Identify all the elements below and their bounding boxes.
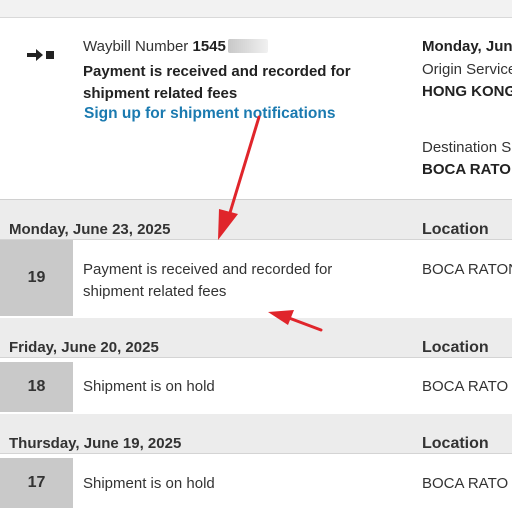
event-location: BOCA RATON — [422, 261, 515, 278]
waybill-label: Waybill Number — [83, 38, 189, 55]
day-header: Monday, June 23, 2025 Location — [0, 200, 515, 240]
origin-value: HONG KONG — [422, 83, 515, 100]
waybill-line: Waybill Number 1545 — [83, 38, 268, 55]
destination-label: Destination S — [422, 139, 512, 156]
signup-notifications-link[interactable]: Sign up for shipment notifications — [84, 105, 335, 123]
day-date: Monday, June 23, 2025 — [9, 221, 171, 238]
waybill-number: 1545 — [192, 38, 226, 55]
location-header: Location — [422, 221, 489, 238]
day-header: Thursday, June 19, 2025 Location — [0, 414, 515, 454]
event-row[interactable]: 18 Shipment is on hold BOCA RATO — [0, 362, 515, 412]
event-number: 18 — [0, 362, 73, 412]
event-description: Payment is received and recorded for shi… — [83, 261, 333, 300]
event-row[interactable]: 17 Shipment is on hold BOCA RATO — [0, 458, 515, 508]
event-number: 19 — [0, 240, 73, 316]
event-description: Shipment is on hold — [83, 475, 215, 492]
event-location: BOCA RATO — [422, 378, 509, 395]
day-header: Friday, June 20, 2025 Location — [0, 318, 515, 358]
location-header: Location — [422, 339, 489, 356]
day-date: Friday, June 20, 2025 — [9, 339, 159, 356]
status-title: Payment is received and recorded for shi… — [83, 63, 351, 102]
top-strip — [0, 0, 515, 18]
arrow-right-square-icon — [27, 49, 54, 61]
destination-value: BOCA RATO — [422, 161, 511, 178]
event-number: 17 — [0, 458, 73, 508]
origin-label: Origin Service — [422, 61, 515, 78]
shipment-summary: Waybill Number 1545 Payment is received … — [0, 18, 515, 200]
redaction-blur — [227, 39, 268, 53]
latest-event-date: Monday, Jun — [422, 38, 513, 55]
event-location: BOCA RATO — [422, 475, 509, 492]
event-row[interactable]: 19 Payment is received and recorded for … — [0, 240, 515, 316]
location-header: Location — [422, 435, 489, 452]
event-description: Shipment is on hold — [83, 378, 215, 395]
day-date: Thursday, June 19, 2025 — [9, 435, 182, 452]
